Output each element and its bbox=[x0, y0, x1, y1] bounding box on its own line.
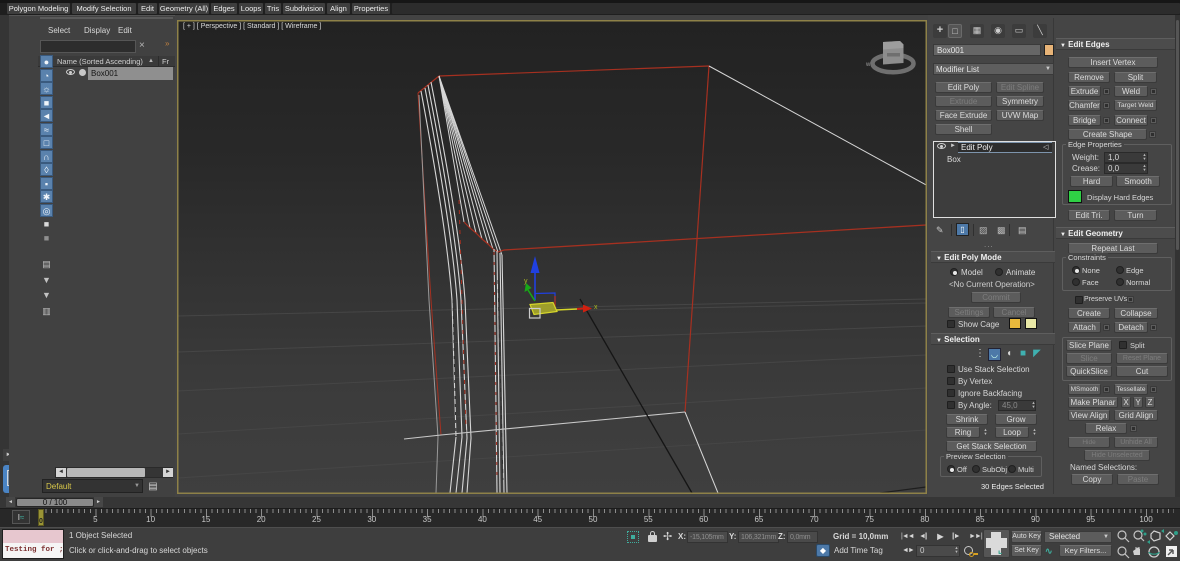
svg-text:w: w bbox=[865, 62, 871, 68]
svg-text:x: x bbox=[594, 304, 598, 311]
svg-text:y: y bbox=[524, 278, 528, 285]
